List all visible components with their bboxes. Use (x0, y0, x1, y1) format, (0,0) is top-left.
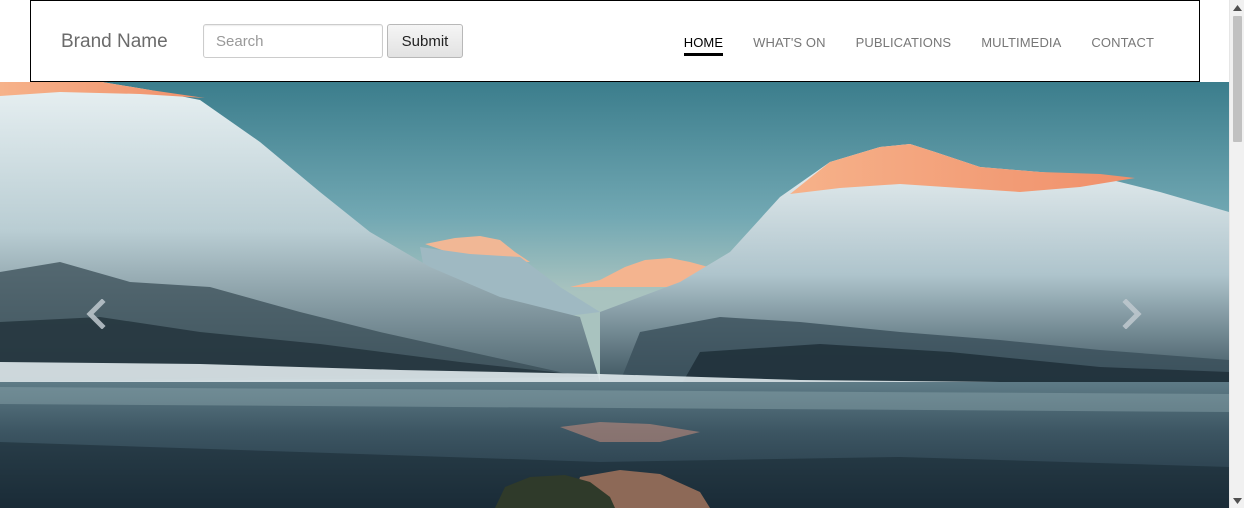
nav-link-home[interactable]: HOME (684, 35, 723, 50)
nav-item-home: HOME (683, 34, 724, 56)
vertical-scrollbar[interactable] (1229, 0, 1244, 508)
hero-image (0, 82, 1229, 508)
carousel-next-button[interactable] (1113, 294, 1153, 334)
nav-link-publications[interactable]: PUBLICATIONS (856, 35, 952, 50)
nav-item-publications: PUBLICATIONS (856, 34, 952, 52)
scroll-down-arrow-icon[interactable] (1230, 493, 1244, 508)
hero-carousel (0, 82, 1229, 508)
nav-item-multimedia: MULTIMEDIA (981, 34, 1061, 52)
nav-item-contact: CONTACT (1091, 34, 1154, 52)
carousel-prev-button[interactable] (75, 294, 115, 334)
search-input[interactable] (203, 24, 383, 58)
chevron-right-icon (1122, 299, 1142, 329)
chevron-left-icon (86, 299, 106, 329)
page: Brand Name Submit HOME WHAT'S ON PUBLICA… (0, 0, 1244, 508)
scroll-up-arrow-icon[interactable] (1230, 0, 1244, 15)
main-nav: HOME WHAT'S ON PUBLICATIONS MULTIMEDIA C… (683, 34, 1154, 56)
navbar: Brand Name Submit HOME WHAT'S ON PUBLICA… (30, 0, 1200, 82)
scrollbar-thumb[interactable] (1233, 16, 1242, 142)
nav-link-whats-on[interactable]: WHAT'S ON (753, 35, 825, 50)
submit-button[interactable]: Submit (387, 24, 463, 58)
nav-link-multimedia[interactable]: MULTIMEDIA (981, 35, 1061, 50)
brand-link[interactable]: Brand Name (61, 31, 168, 53)
nav-item-whats-on: WHAT'S ON (753, 34, 825, 52)
nav-link-contact[interactable]: CONTACT (1091, 35, 1154, 50)
